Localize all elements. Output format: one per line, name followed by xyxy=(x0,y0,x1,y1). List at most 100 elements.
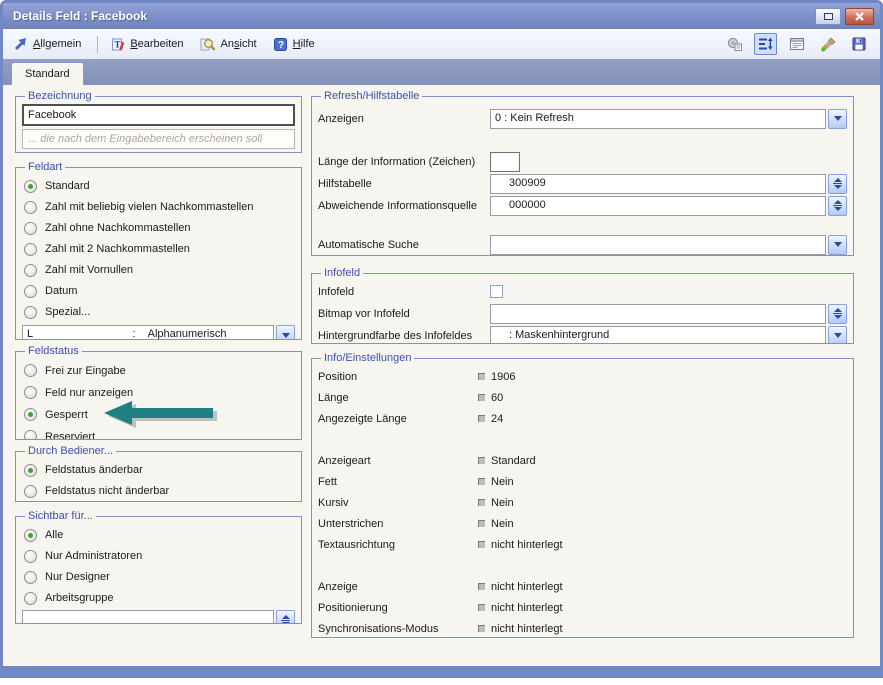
radio-gesperrt[interactable]: Gesperrt xyxy=(24,404,295,425)
hintergrundfarbe-select[interactable]: : Maskenhintergrund xyxy=(490,326,847,345)
svg-text:?: ? xyxy=(278,40,284,51)
menu-label: Ansicht xyxy=(221,38,257,50)
menu-allgemein[interactable]: Allgemein xyxy=(13,37,81,52)
bullet-icon xyxy=(478,499,485,506)
anzeigen-select[interactable]: 0 : Kein Refresh xyxy=(490,109,847,129)
info-value: Nein xyxy=(491,518,514,530)
minimize-icon xyxy=(824,13,833,20)
brush-icon xyxy=(820,36,836,52)
arbeitsgruppe-spinner[interactable] xyxy=(22,610,295,624)
radio-feldstatus-aenderbar[interactable]: Feldstatus änderbar xyxy=(24,460,295,480)
radio-icon xyxy=(24,201,37,214)
dropdown-button[interactable] xyxy=(828,109,847,129)
stamp-button[interactable] xyxy=(723,33,746,55)
dropdown-button[interactable] xyxy=(828,235,847,255)
dialog-window: Details Feld : Facebook Allgemein T Bear… xyxy=(0,0,883,678)
field-label: Hintergrundfarbe des Infofeldes xyxy=(318,330,490,342)
radio-icon xyxy=(24,485,37,498)
sort-button[interactable] xyxy=(754,33,777,55)
bitmap-spinner[interactable] xyxy=(490,304,847,324)
sort-icon xyxy=(758,36,774,52)
group-infofeld: Infofeld Infofeld Bitmap vor Infofeld xyxy=(311,267,854,344)
bullet-icon xyxy=(478,520,485,527)
title-bar: Details Feld : Facebook xyxy=(3,3,880,29)
info-value: 1906 xyxy=(491,371,515,383)
spinner-button[interactable] xyxy=(828,304,847,324)
radio-icon xyxy=(24,529,37,542)
spin-down-icon xyxy=(834,185,842,189)
menu-bar: Allgemein T Bearbeiten Ansicht ? Hi xyxy=(3,29,880,59)
radio-feld-nur-anzeigen[interactable]: Feld nur anzeigen xyxy=(24,382,295,403)
tab-standard[interactable]: Standard xyxy=(11,62,84,85)
radio-feldart-spezial[interactable]: Spezial... xyxy=(24,302,295,322)
info-row-angezeigte-laenge: Angezeigte Länge24 xyxy=(318,408,847,429)
radio-nur-administratoren[interactable]: Nur Administratoren xyxy=(24,546,295,566)
radio-icon xyxy=(24,550,37,563)
radio-nur-designer[interactable]: Nur Designer xyxy=(24,567,295,587)
hilfstabelle-spinner[interactable]: 300909 xyxy=(490,174,847,194)
radio-icon xyxy=(24,180,37,193)
group-title: Durch Bediener... xyxy=(25,445,116,457)
field-label: Hilfstabelle xyxy=(318,178,490,190)
stamp-icon xyxy=(727,36,743,52)
bezeichnung-input[interactable] xyxy=(22,104,295,126)
radio-icon xyxy=(24,408,37,421)
spinner-button[interactable] xyxy=(828,174,847,194)
save-icon xyxy=(851,36,867,52)
field-label: Automatische Suche xyxy=(318,239,490,251)
dropdown-button[interactable] xyxy=(276,325,295,340)
edit-text-icon: T xyxy=(110,37,125,52)
infofeld-checkbox[interactable] xyxy=(490,285,503,298)
brush-button[interactable] xyxy=(816,33,839,55)
radio-icon xyxy=(24,306,37,319)
info-value: nicht hinterlegt xyxy=(491,581,563,593)
minimize-button[interactable] xyxy=(815,8,841,25)
radio-feldart-standard[interactable]: Standard xyxy=(24,176,295,196)
laenge-information-input[interactable] xyxy=(490,152,520,172)
radio-feldart-ohne[interactable]: Zahl ohne Nachkommastellen xyxy=(24,218,295,238)
chevron-down-icon xyxy=(282,333,290,338)
bullet-icon xyxy=(478,394,485,401)
radio-feldart-datum[interactable]: Datum xyxy=(24,281,295,301)
informationsquelle-spinner[interactable]: 000000 xyxy=(490,196,847,216)
group-sichtbar-fuer: Sichtbar für... Alle Nur Administratoren… xyxy=(15,510,302,624)
menu-hilfe[interactable]: ? Hilfe xyxy=(273,37,315,52)
radio-frei-zur-eingabe[interactable]: Frei zur Eingabe xyxy=(24,360,295,381)
radio-reserviert[interactable]: Reserviert xyxy=(24,426,295,440)
info-value: Nein xyxy=(491,476,514,488)
radio-feldart-zwei[interactable]: Zahl mit 2 Nachkommastellen xyxy=(24,239,295,259)
group-bezeichnung: Bezeichnung ... die nach dem Eingabebere… xyxy=(15,90,302,153)
field-label: Anzeigen xyxy=(318,113,490,125)
group-title: Infofeld xyxy=(321,267,363,279)
field-label: Infofeld xyxy=(318,286,490,298)
menu-ansicht[interactable]: Ansicht xyxy=(200,37,257,52)
bezeichnung-hint: ... die nach dem Eingabebereich erschein… xyxy=(22,129,295,149)
group-title: Info/Einstellungen xyxy=(321,352,414,364)
spinner-button[interactable] xyxy=(828,196,847,216)
automatische-suche-select[interactable] xyxy=(490,235,847,255)
radio-arbeitsgruppe[interactable]: Arbeitsgruppe xyxy=(24,588,295,608)
group-feldart: Feldart Standard Zahl mit beliebig viele… xyxy=(15,161,302,340)
chevron-down-icon xyxy=(834,242,842,247)
chevron-down-icon xyxy=(834,116,842,121)
field-label: Bitmap vor Infofeld xyxy=(318,308,490,320)
menu-bearbeiten[interactable]: T Bearbeiten xyxy=(110,37,183,52)
info-value: Standard xyxy=(491,455,536,467)
dropdown-button[interactable] xyxy=(828,326,847,345)
spinner-button[interactable] xyxy=(276,610,295,624)
info-row-position: Position1906 xyxy=(318,366,847,387)
group-title: Sichtbar für... xyxy=(25,510,96,522)
radio-feldart-beliebig[interactable]: Zahl mit beliebig vielen Nachkommastelle… xyxy=(24,197,295,217)
svg-text:T: T xyxy=(115,39,121,49)
feldart-type-select[interactable]: L:Alphanumerisch xyxy=(22,325,295,340)
save-button[interactable] xyxy=(847,33,870,55)
arrow-up-right-icon xyxy=(13,37,28,52)
group-feldstatus: Feldstatus Frei zur Eingabe Feld nur anz… xyxy=(15,345,302,440)
spin-down-icon xyxy=(834,207,842,211)
spin-up-icon xyxy=(282,615,290,619)
radio-feldart-vornullen[interactable]: Zahl mit Vornullen xyxy=(24,260,295,280)
close-button[interactable] xyxy=(845,8,874,25)
radio-feldstatus-nicht-aenderbar[interactable]: Feldstatus nicht änderbar xyxy=(24,481,295,501)
radio-alle[interactable]: Alle xyxy=(24,525,295,545)
form-button[interactable] xyxy=(785,33,808,55)
